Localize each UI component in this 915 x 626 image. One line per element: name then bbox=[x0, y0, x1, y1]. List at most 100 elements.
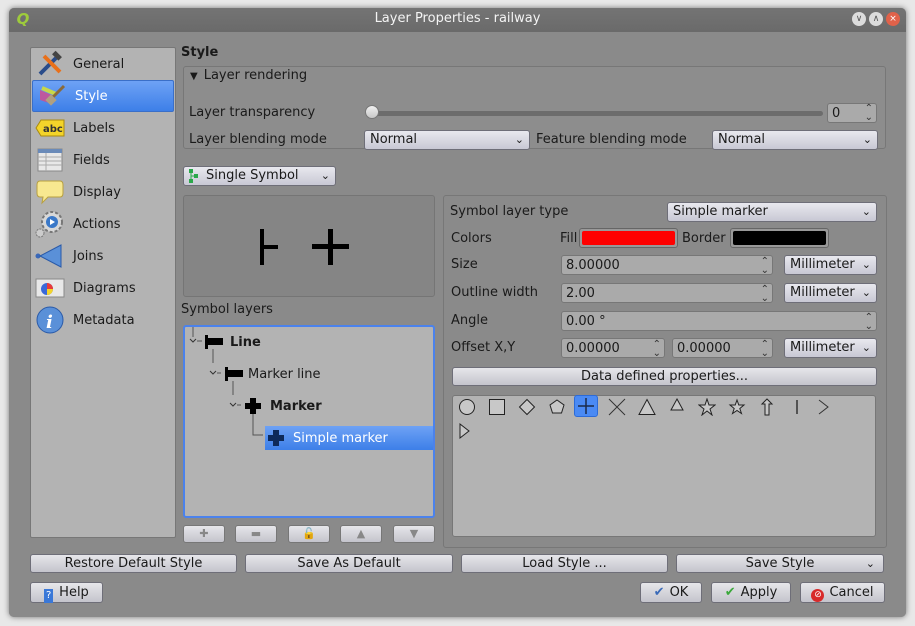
shape-x[interactable] bbox=[605, 396, 629, 418]
tree-connector-lines bbox=[189, 327, 263, 436]
pie-map-icon bbox=[35, 274, 65, 302]
sidebar-item-style[interactable]: Style bbox=[32, 80, 174, 112]
sidebar-item-label: Joins bbox=[73, 248, 104, 264]
cancel-icon: ⊘ bbox=[811, 589, 825, 602]
symbol-layers-label: Symbol layers bbox=[181, 302, 273, 317]
sidebar-item-fields[interactable]: Fields bbox=[31, 144, 175, 176]
shape-arrow[interactable] bbox=[755, 396, 779, 418]
shape-line[interactable] bbox=[785, 396, 809, 418]
sidebar-item-metadata[interactable]: i Metadata bbox=[31, 304, 175, 336]
sidebar-item-diagrams[interactable]: Diagrams bbox=[31, 272, 175, 304]
sidebar-item-labels[interactable]: abc Labels bbox=[31, 112, 175, 144]
border-color-button[interactable] bbox=[730, 228, 829, 248]
marker-shape-list bbox=[452, 395, 876, 537]
fill-color-button[interactable] bbox=[579, 228, 678, 248]
transparency-spinbox[interactable]: 0 ⌃ ⌄ bbox=[827, 103, 877, 123]
offset-label: Offset X,Y bbox=[451, 340, 516, 355]
ok-button[interactable]: ✔ OK bbox=[640, 582, 702, 603]
size-spinbox[interactable]: 8.00000 ⌃ ⌄ bbox=[561, 255, 773, 276]
chevron-down-icon: ⌄ bbox=[514, 133, 524, 146]
sidebar-item-display[interactable]: Display bbox=[31, 176, 175, 208]
renderer-select[interactable]: Single Symbol ⌄ bbox=[183, 166, 336, 186]
layer-rendering-toggle[interactable]: ▼ Layer rendering bbox=[190, 68, 307, 83]
data-defined-properties-button[interactable]: Data defined properties... bbox=[452, 367, 877, 386]
symbol-preview bbox=[183, 195, 435, 297]
outline-width-spinbox[interactable]: 2.00 ⌃ ⌄ bbox=[561, 283, 773, 304]
symbol-layer-type-select[interactable]: Simple marker ⌄ bbox=[667, 202, 877, 222]
svg-text:abc: abc bbox=[43, 124, 63, 135]
tree-item-simple-marker[interactable]: Simple marker bbox=[265, 426, 433, 450]
transparency-slider[interactable] bbox=[371, 111, 823, 116]
move-up-button[interactable]: ▲ bbox=[340, 525, 382, 543]
border-label: Border bbox=[682, 231, 726, 246]
triangle-icon bbox=[638, 398, 656, 415]
size-label: Size bbox=[451, 257, 478, 272]
cancel-button[interactable]: ⊘ Cancel bbox=[800, 582, 885, 603]
title-bar[interactable]: Q Layer Properties - railway ∨ ∧ × bbox=[9, 8, 906, 32]
shape-cross[interactable] bbox=[574, 395, 598, 417]
save-style-button[interactable]: Save Style ⌄ bbox=[676, 554, 884, 573]
square-icon bbox=[489, 399, 505, 415]
help-button[interactable]: ? Help bbox=[30, 582, 103, 603]
sidebar-item-label: Style bbox=[75, 88, 108, 104]
lock-layer-button[interactable]: 🔓 bbox=[288, 525, 330, 543]
sidebar-item-label: Labels bbox=[73, 120, 115, 136]
tree-item-marker[interactable]: Marker bbox=[245, 394, 322, 418]
outline-width-label: Outline width bbox=[451, 285, 538, 300]
apply-button[interactable]: ✔ Apply bbox=[711, 582, 791, 603]
feature-blending-select[interactable]: Normal ⌄ bbox=[712, 130, 878, 150]
tree-item-line[interactable]: Line bbox=[205, 330, 261, 354]
diamond-icon bbox=[518, 398, 536, 416]
angle-spinbox[interactable]: 0.00 ° ⌃ ⌄ bbox=[561, 311, 877, 332]
join-arrow-icon bbox=[35, 242, 65, 270]
sidebar-item-general[interactable]: General bbox=[31, 48, 175, 80]
arrow-icon bbox=[760, 398, 774, 416]
offset-y-spinbox[interactable]: 0.00000 ⌃ ⌄ bbox=[672, 338, 773, 359]
sidebar-item-label: General bbox=[73, 56, 125, 72]
shape-triangle[interactable] bbox=[635, 396, 659, 418]
regular-star-icon bbox=[728, 398, 746, 415]
minimize-button[interactable]: ∨ bbox=[852, 12, 866, 26]
shape-filled-arrowhead[interactable] bbox=[453, 420, 477, 442]
shape-circle[interactable] bbox=[455, 396, 479, 418]
maximize-button[interactable]: ∧ bbox=[869, 12, 883, 26]
tree-item-marker-line[interactable]: Marker line bbox=[225, 362, 321, 386]
shape-star[interactable] bbox=[695, 396, 719, 418]
spin-arrows-icon: ⌃ ⌄ bbox=[760, 284, 769, 304]
shape-pentagon[interactable] bbox=[545, 396, 569, 418]
load-style-button[interactable]: Load Style ... bbox=[461, 554, 668, 573]
restore-default-style-button[interactable]: Restore Default Style bbox=[30, 554, 237, 573]
cross-marker-icon bbox=[245, 398, 265, 414]
shape-arrowhead[interactable] bbox=[812, 396, 836, 418]
sidebar-item-actions[interactable]: Actions bbox=[31, 208, 175, 240]
shape-diamond[interactable] bbox=[515, 396, 539, 418]
shape-equilateral-triangle[interactable] bbox=[665, 394, 689, 416]
star-icon bbox=[698, 398, 716, 416]
spin-arrows-icon: ⌃ ⌄ bbox=[760, 339, 769, 359]
equilateral-triangle-icon bbox=[670, 397, 684, 411]
border-color-swatch bbox=[733, 231, 826, 245]
save-as-default-button[interactable]: Save As Default bbox=[245, 554, 453, 573]
shape-regular-star[interactable] bbox=[725, 396, 749, 418]
spin-arrows-icon: ⌃ ⌄ bbox=[864, 103, 873, 123]
line-icon bbox=[796, 400, 798, 414]
layer-blending-select[interactable]: Normal ⌄ bbox=[364, 130, 530, 150]
chevron-down-icon: ⌄ bbox=[865, 557, 875, 570]
sidebar-item-joins[interactable]: Joins bbox=[31, 240, 175, 272]
chevron-down-icon: ⌄ bbox=[861, 258, 871, 271]
remove-layer-button[interactable]: ▬ bbox=[235, 525, 277, 543]
outline-unit-select[interactable]: Millimeter ⌄ bbox=[784, 283, 877, 303]
table-icon bbox=[35, 146, 65, 174]
cross-icon bbox=[578, 398, 594, 414]
info-icon: i bbox=[35, 306, 65, 334]
section-title: Style bbox=[181, 45, 219, 60]
offset-unit-select[interactable]: Millimeter ⌄ bbox=[784, 338, 877, 358]
offset-x-spinbox[interactable]: 0.00000 ⌃ ⌄ bbox=[561, 338, 665, 359]
shape-square[interactable] bbox=[485, 396, 509, 418]
move-down-button[interactable]: ▼ bbox=[393, 525, 435, 543]
chevron-down-icon: ⌄ bbox=[861, 341, 871, 354]
add-layer-button[interactable]: ✚ bbox=[183, 525, 225, 543]
transparency-slider-handle[interactable] bbox=[365, 105, 379, 119]
size-unit-select[interactable]: Millimeter ⌄ bbox=[784, 255, 877, 275]
close-button[interactable]: × bbox=[886, 12, 900, 26]
